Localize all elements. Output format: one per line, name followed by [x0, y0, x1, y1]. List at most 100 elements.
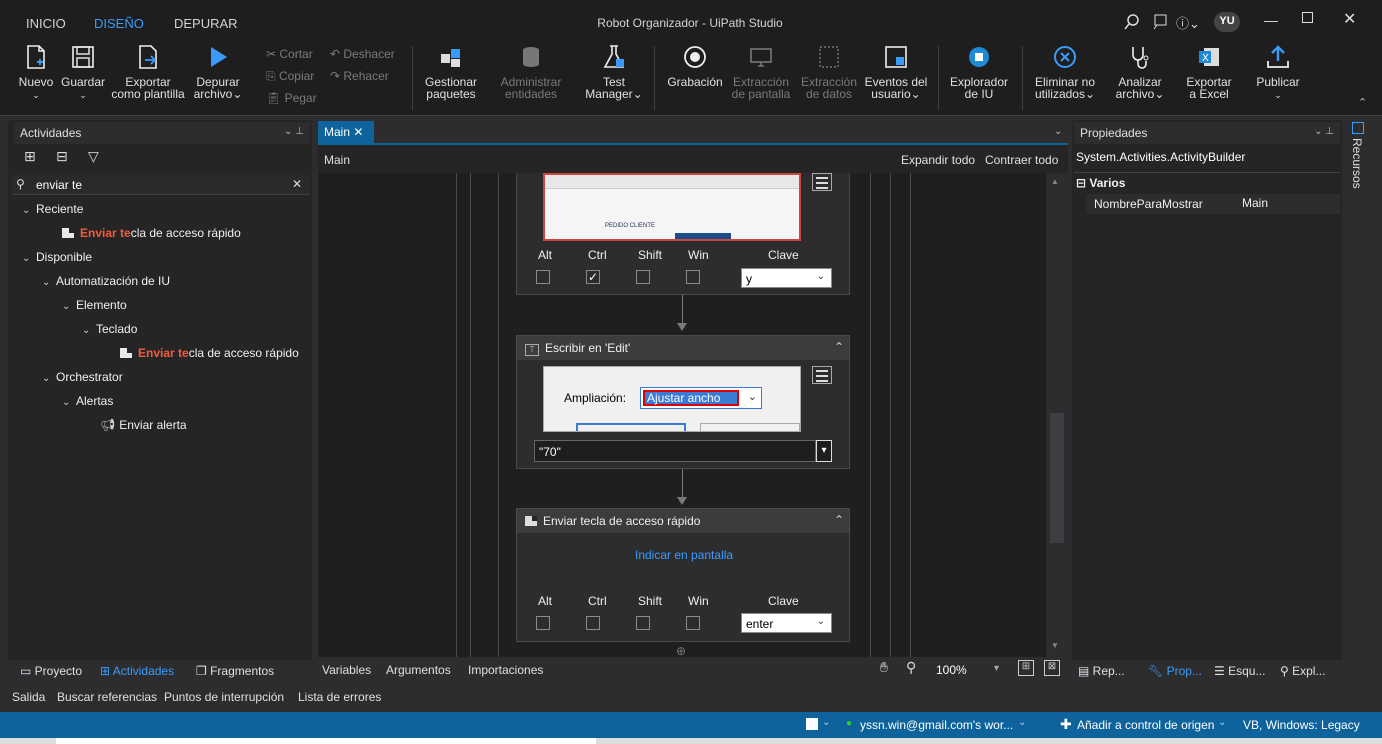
scroll-down-icon[interactable]: ▼ — [1051, 641, 1059, 650]
tab-buscar-referencias[interactable]: Buscar referencias — [57, 690, 157, 704]
designer-scrollbar[interactable]: ▲ ▼ — [1046, 173, 1068, 657]
breadcrumb[interactable]: Main — [324, 153, 350, 167]
tab-proyecto[interactable]: ▭ Proyecto — [20, 664, 82, 678]
shift-checkbox[interactable] — [636, 616, 650, 630]
win-checkbox[interactable] — [686, 270, 700, 284]
publicar-button[interactable]: Publicar ⌄ — [1250, 44, 1306, 101]
tab-dropdown-icon[interactable]: ⌄ — [1054, 126, 1062, 137]
minimize-icon[interactable]: — — [1264, 12, 1278, 28]
exportar-plantilla-button[interactable]: Exportar como plantilla — [108, 44, 188, 100]
tab-propiedades[interactable]: 🔧︎ Prop... — [1148, 664, 1202, 678]
shift-checkbox[interactable] — [636, 270, 650, 284]
collapse-ribbon-icon[interactable]: ⌃ — [1358, 96, 1367, 109]
extraccion-pantalla-button[interactable]: Extracción de pantalla — [730, 44, 792, 100]
rehacer-button[interactable]: ↷ Rehacer — [330, 69, 389, 83]
tree-node-elemento[interactable]: ⌄ Elemento — [62, 298, 127, 312]
indicate-on-screen-link[interactable]: Indicar en pantalla — [635, 548, 733, 562]
test-manager-button[interactable]: Test Manager⌄ — [584, 44, 644, 100]
fit-screen-icon[interactable]: ⊞ — [1018, 660, 1034, 676]
close-icon[interactable]: ✕ — [1343, 9, 1356, 29]
text-input[interactable]: "70" — [534, 440, 816, 462]
category-varios[interactable]: ⊟ Varios — [1076, 176, 1125, 190]
tree-node-automatizacion[interactable]: ⌄ Automatización de IU — [42, 274, 170, 288]
administrar-entidades-button[interactable]: Administrar entidades — [494, 44, 568, 100]
tree-node-orchestrator[interactable]: ⌄ Orchestrator — [42, 370, 123, 384]
recursos-side-tab[interactable]: Recursos — [1346, 120, 1370, 200]
restore-icon[interactable] — [1302, 12, 1313, 23]
panel-options-icon[interactable]: ⌄ ⊥ — [284, 126, 304, 137]
expand-all-icon[interactable]: ⊞ — [24, 148, 36, 165]
pegar-button[interactable]: 📋︎ Pegar — [266, 91, 317, 105]
tab-diseno[interactable]: DISEÑO — [82, 10, 156, 38]
tab-inicio[interactable]: INICIO — [14, 10, 78, 38]
add-activity-icon[interactable]: ⊕ — [676, 644, 686, 658]
tab-esquema[interactable]: ☰ Esqu... — [1214, 664, 1265, 678]
eventos-usuario-button[interactable]: Eventos del usuario⌄ — [862, 44, 930, 100]
panel-options-icon[interactable]: ⌄ ⊥ — [1314, 126, 1334, 137]
activities-search-bar[interactable]: ⚲ enviar te ✕ — [12, 175, 310, 195]
tree-node-disponible[interactable]: ⌄ Disponible — [22, 250, 92, 264]
tab-depurar[interactable]: DEPURAR — [162, 10, 250, 38]
alt-checkbox[interactable] — [536, 270, 550, 284]
text-input-dropdown[interactable]: ▾ — [816, 440, 832, 462]
tab-main[interactable]: Main ✕ — [318, 121, 374, 143]
guardar-button[interactable]: Guardar ⌄ — [60, 44, 106, 101]
tree-item-enviar-alerta[interactable]: 📢︎ Enviar alerta — [100, 418, 187, 432]
orchestrator-icon[interactable] — [806, 718, 818, 730]
tree-node-teclado[interactable]: ⌄ Teclado — [82, 322, 137, 336]
zoom-icon[interactable]: ⚲ — [906, 659, 916, 676]
tab-salida[interactable]: Salida — [12, 690, 45, 704]
feedback-icon[interactable] — [1152, 14, 1168, 30]
source-control-button[interactable]: Añadir a control de origen — [1077, 718, 1214, 732]
argumentos-tab[interactable]: Argumentos — [386, 663, 451, 677]
tree-item-enviar-tecla[interactable]: Enviar tecla de acceso rápido — [120, 346, 299, 360]
filter-icon[interactable]: ▽ — [88, 148, 99, 165]
alt-checkbox[interactable] — [536, 616, 550, 630]
collapse-all-link[interactable]: Contraer todo — [985, 153, 1058, 167]
tree-node-alertas[interactable]: ⌄ Alertas — [62, 394, 113, 408]
activities-search-input[interactable]: enviar te — [36, 178, 82, 192]
ctrl-checkbox[interactable]: ✓ — [586, 270, 600, 284]
extraccion-datos-button[interactable]: Extracción de datos — [798, 44, 860, 100]
copiar-button[interactable]: ⎘ Copiar — [266, 69, 314, 84]
property-value[interactable]: Main — [1242, 196, 1268, 210]
scrollbar-thumb[interactable] — [1050, 413, 1064, 543]
nuevo-button[interactable]: Nuevo ⌄ — [16, 44, 56, 101]
exportar-excel-button[interactable]: X Exportar a Excel — [1180, 44, 1238, 100]
key-dropdown-1[interactable]: y ⌄ — [741, 268, 832, 288]
explorador-iu-button[interactable]: Explorador de IU — [946, 44, 1012, 100]
help-icon[interactable]: ⓘ⌄ — [1176, 13, 1204, 31]
scroll-up-icon[interactable]: ▲ — [1051, 177, 1059, 186]
importaciones-tab[interactable]: Importaciones — [468, 663, 543, 677]
collapse-activity-icon[interactable]: ⌃ — [834, 513, 844, 527]
activity-menu-icon[interactable] — [812, 173, 832, 191]
pan-hand-icon[interactable]: ✋︎ — [880, 659, 888, 676]
tab-puntos-interrupcion[interactable]: Puntos de interrupción — [164, 690, 284, 704]
tab-actividades[interactable]: ⊞ Actividades — [100, 664, 174, 678]
overview-icon[interactable]: ⊠ — [1044, 660, 1060, 676]
tree-node-reciente[interactable]: ⌄ Reciente — [22, 202, 83, 216]
analizar-archivo-button[interactable]: Analizar archivo⌄ — [1110, 44, 1170, 100]
gestionar-paquetes-button[interactable]: Gestionar paquetes — [420, 44, 482, 100]
tree-item-enviar-tecla-reciente[interactable]: Enviar tecla de acceso rápido — [62, 226, 241, 240]
tab-fragmentos[interactable]: ❐ Fragmentos — [196, 664, 274, 678]
user-avatar[interactable]: YU — [1214, 12, 1240, 32]
activity-menu-icon[interactable] — [812, 366, 832, 384]
zoom-level[interactable]: 100% — [936, 663, 967, 677]
expand-all-link[interactable]: Expandir todo — [901, 153, 975, 167]
collapse-activity-icon[interactable]: ⌃ — [834, 340, 844, 354]
tab-explorador[interactable]: ⚲ Expl... — [1280, 664, 1325, 678]
ctrl-checkbox[interactable] — [586, 616, 600, 630]
zoom-dropdown-icon[interactable]: ▾ — [994, 663, 999, 674]
close-tab-icon[interactable]: ✕ — [353, 125, 363, 139]
search-icon[interactable] — [1124, 14, 1140, 30]
collapse-all-icon[interactable]: ⊟ — [56, 148, 68, 165]
variables-tab[interactable]: Variables — [322, 663, 371, 677]
deshacer-button[interactable]: ↶ Deshacer — [330, 47, 395, 61]
account-status[interactable]: yssn.win@gmail.com's wor... — [860, 718, 1013, 732]
tab-lista-errores[interactable]: Lista de errores — [298, 690, 381, 704]
eliminar-no-utilizados-button[interactable]: Eliminar no utilizados⌄ — [1030, 44, 1100, 100]
tab-repositorio[interactable]: ▤ Rep... — [1078, 664, 1125, 678]
key-dropdown-2[interactable]: enter ⌄ — [741, 613, 832, 633]
cortar-button[interactable]: ✂ Cortar — [266, 47, 313, 61]
